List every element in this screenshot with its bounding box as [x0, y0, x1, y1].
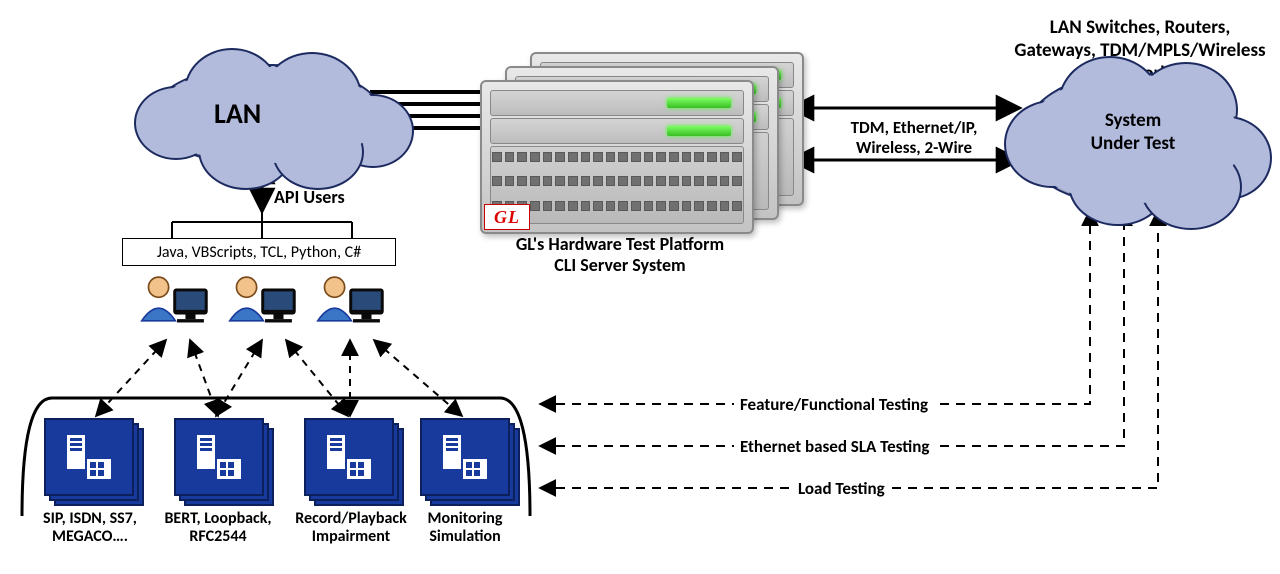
gl-logo: GL	[484, 204, 530, 230]
test-label: Load Testing	[792, 478, 891, 499]
storage-icon	[63, 431, 115, 483]
storage-tile	[304, 418, 394, 496]
test-label: Ethernet based SLA Testing	[734, 436, 935, 457]
api-users-title: API Users	[274, 186, 345, 208]
storage-icon	[439, 431, 491, 483]
test-label: Feature/Functional Testing	[734, 394, 934, 415]
connection-label: TDM, Ethernet/IP, Wireless, 2-Wire	[824, 118, 1004, 159]
storage-icon	[323, 431, 375, 483]
sut-label: System Under Test	[1068, 110, 1198, 156]
tile-label: BERT, Loopback, RFC2544	[148, 510, 288, 547]
api-languages-box: Java, VBScripts, TCL, Python, C#	[122, 238, 396, 266]
server-caption-line1: GL's Hardware Test Platform	[460, 234, 780, 255]
diagram-canvas: LAN LAN Switches, Routers, Gateways, TDM…	[0, 0, 1280, 574]
tile-label: Record/Playback Impairment	[276, 510, 426, 547]
tile-label: SIP, ISDN, SS7, MEGACO….	[20, 510, 160, 547]
workstation-icon	[130, 268, 214, 340]
server-caption: GL's Hardware Test Platform CLI Server S…	[460, 234, 780, 275]
tile-label: Monitoring Simulation	[410, 510, 520, 547]
server-stack: GL	[480, 52, 800, 228]
storage-tile	[44, 418, 134, 496]
workstation-icon	[306, 268, 390, 340]
workstation-icon	[218, 268, 302, 340]
api-tbar	[172, 212, 352, 240]
lan-label: LAN	[214, 96, 261, 131]
server-caption-line2: CLI Server System	[460, 255, 780, 276]
storage-tile	[420, 418, 510, 496]
storage-tile	[174, 418, 264, 496]
storage-icon	[193, 431, 245, 483]
server-rack-front: GL	[480, 80, 754, 234]
lan-cloud	[150, 64, 384, 166]
